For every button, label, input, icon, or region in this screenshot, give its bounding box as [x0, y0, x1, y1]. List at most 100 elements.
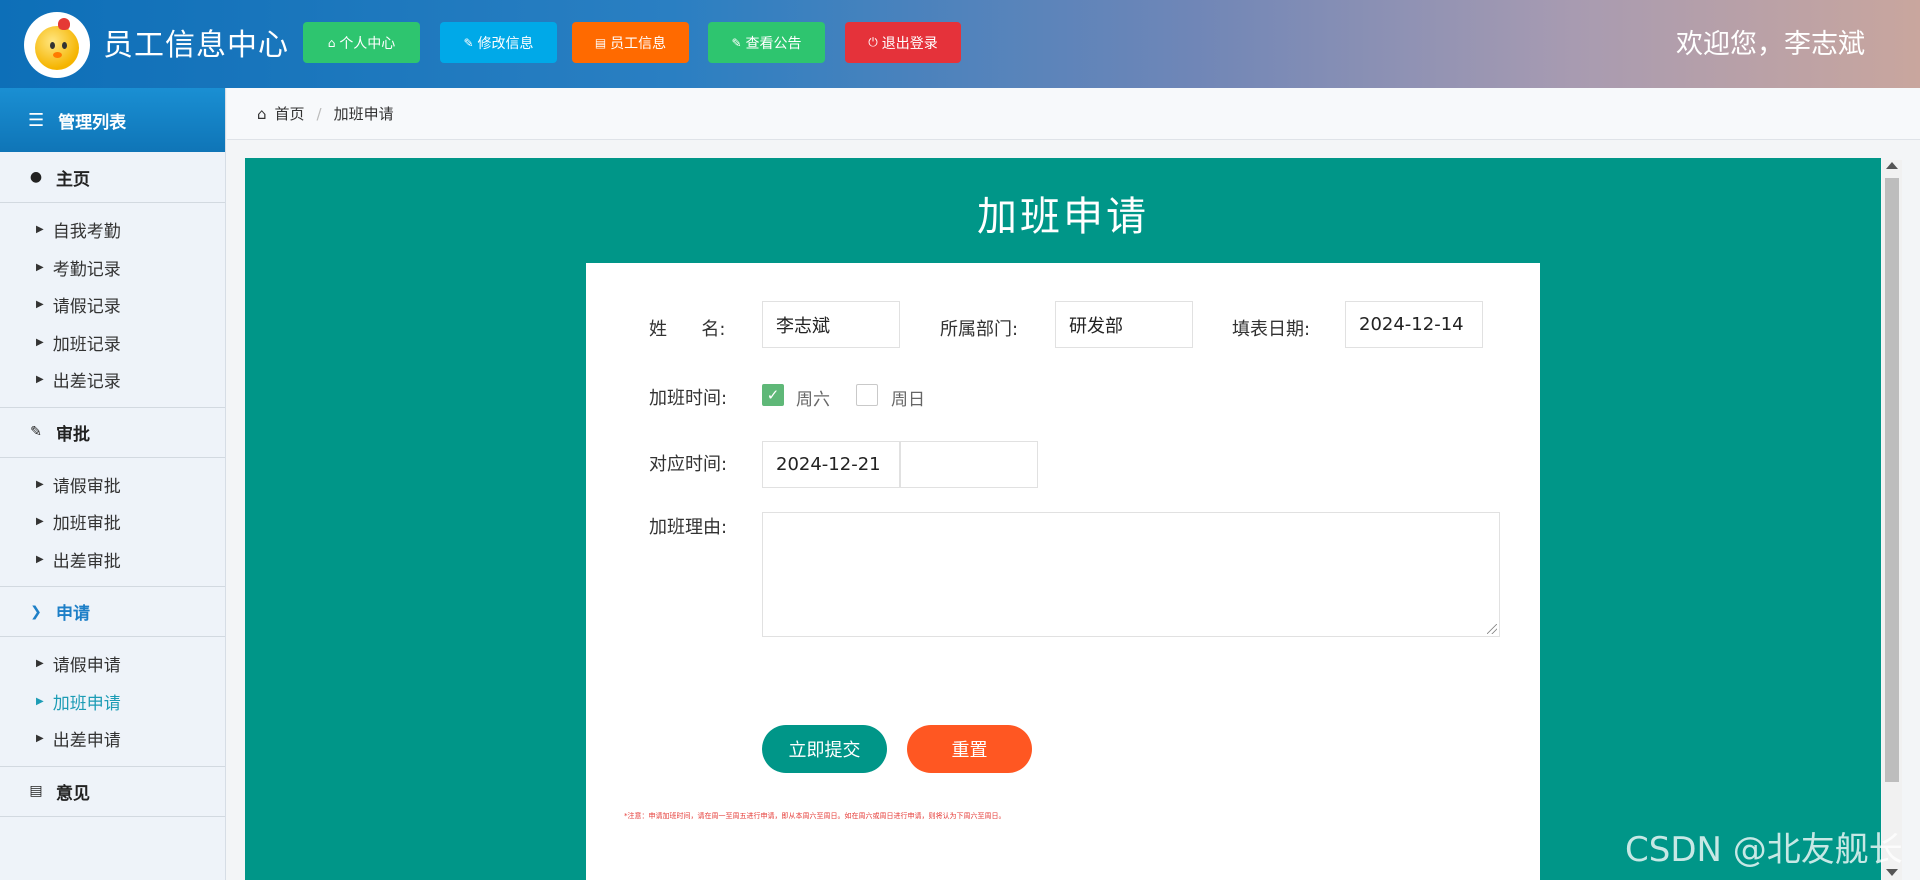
sidebar-section-feedback[interactable]: ▤ 意见	[0, 765, 225, 817]
breadcrumb-current: 加班申请	[333, 105, 394, 123]
edit-icon: ✎	[30, 424, 42, 440]
caret-right-icon: ▶	[36, 336, 44, 348]
breadcrumb: ⌂ 首页 / 加班申请	[227, 88, 1920, 140]
chevron-circle-icon: ❯	[30, 603, 42, 620]
view-announcement-button[interactable]: ✎ 查看公告	[708, 22, 825, 63]
wrench-icon: ✎	[463, 35, 474, 50]
sidebar-title: 管理列表	[58, 112, 127, 133]
sidebar: ☰ 管理列表 ● 主页 ▶ 自我考勤 ▶ 考勤记录 ▶ 请假记录 ▶ 加班记录 ▶ 出差记…	[0, 88, 226, 880]
top-header: 员工信息中心 ⌂ 个人中心 ✎ 修改信息 ▤ 员工信息 ✎ 查看公告 ⏻ 退出登…	[0, 0, 1920, 88]
caret-right-icon: ▶	[36, 658, 44, 670]
employee-info-button[interactable]: ▤ 员工信息	[572, 22, 689, 63]
name-label: 姓 名:	[649, 319, 726, 340]
chick-logo-icon	[24, 12, 90, 78]
name-field[interactable]: 李志斌	[762, 301, 900, 348]
sidebar-item-attendance-records[interactable]: ▶ 考勤记录	[0, 249, 225, 287]
breadcrumb-home[interactable]: 首页	[275, 103, 305, 124]
overtime-label: 加班时间:	[649, 388, 728, 409]
personal-center-label: 个人中心	[339, 35, 396, 52]
caret-right-icon: ▶	[36, 261, 44, 273]
item-label: 自我考勤	[52, 222, 121, 243]
scroll-up-arrow-icon[interactable]	[1886, 162, 1898, 169]
file-icon: ▤	[594, 35, 607, 50]
item-label: 加班审批	[52, 514, 121, 535]
scroll-thumb[interactable]	[1885, 178, 1899, 782]
submit-button[interactable]: 立即提交	[762, 725, 887, 773]
item-label: 出差申请	[52, 731, 121, 752]
form-note: *注意：申请加班时间，请在周一至周五进行申请，即从本周六至周日。如在周六或周日进…	[624, 812, 1006, 820]
sidebar-item-trip-approval[interactable]: ▶ 出差审批	[0, 541, 225, 579]
reset-button[interactable]: 重置	[907, 725, 1032, 773]
section-label: 审批	[56, 424, 90, 445]
app-title: 员工信息中心	[103, 28, 289, 63]
logout-label: 退出登录	[881, 35, 938, 52]
item-label: 出差审批	[52, 551, 121, 572]
sunday-label: 周日	[891, 390, 925, 410]
view-announcement-label: 查看公告	[745, 35, 802, 52]
dept-field[interactable]: 研发部	[1055, 301, 1193, 348]
list-icon: ☰	[28, 109, 45, 131]
section-label: 申请	[56, 604, 90, 624]
sidebar-item-leave-records[interactable]: ▶ 请假记录	[0, 286, 225, 324]
home-items: ▶ 自我考勤 ▶ 考勤记录 ▶ 请假记录 ▶ 加班记录 ▶ 出差记录	[0, 203, 225, 407]
item-label: 请假记录	[52, 297, 121, 318]
corresponding-date-field-2[interactable]	[900, 441, 1038, 488]
edit-info-label: 修改信息	[477, 35, 534, 52]
sidebar-item-overtime-records[interactable]: ▶ 加班记录	[0, 324, 225, 362]
sidebar-item-overtime-approval[interactable]: ▶ 加班审批	[0, 503, 225, 541]
file-icon: ▤	[29, 783, 43, 799]
corresponding-date-field[interactable]: 2024-12-21	[762, 441, 900, 488]
power-icon: ⏻	[868, 35, 878, 49]
sidebar-item-trip-apply[interactable]: ▶ 出差申请	[0, 720, 225, 758]
sidebar-item-trip-records[interactable]: ▶ 出差记录	[0, 361, 225, 399]
saturday-label: 周六	[796, 390, 830, 410]
section-label: 主页	[56, 169, 90, 190]
date-field[interactable]: 2024-12-14	[1345, 301, 1483, 348]
edit-info-button[interactable]: ✎ 修改信息	[440, 22, 557, 63]
sidebar-item-overtime-apply[interactable]: ▶ 加班申请	[0, 683, 225, 721]
item-label: 考勤记录	[52, 259, 121, 280]
section-label: 意见	[56, 783, 90, 804]
main-panel: 加班申请 姓 名: 李志斌 所属部门: 研发部 填表日期: 2024-12-14…	[245, 158, 1881, 880]
employee-info-label: 员工信息	[610, 35, 667, 52]
approval-items: ▶ 请假审批 ▶ 加班审批 ▶ 出差审批	[0, 458, 225, 587]
caret-right-icon: ▶	[36, 478, 44, 490]
saturday-checkbox[interactable]: ✓	[762, 384, 784, 406]
reason-textarea[interactable]	[762, 512, 1500, 637]
caret-right-icon: ▶	[36, 299, 44, 311]
sunday-checkbox[interactable]	[856, 384, 878, 406]
sidebar-section-apply[interactable]: ❯ 申请	[0, 586, 225, 637]
welcome-text: 欢迎您，李志斌	[1676, 29, 1865, 60]
item-label: 加班申请	[52, 693, 121, 714]
item-label: 请假申请	[52, 656, 121, 677]
home-icon: ⌂	[327, 35, 336, 50]
caret-right-icon: ▶	[36, 733, 44, 745]
sidebar-item-self-attendance[interactable]: ▶ 自我考勤	[0, 211, 225, 249]
sidebar-section-approval[interactable]: ✎ 审批	[0, 406, 225, 458]
user-icon: ●	[29, 169, 43, 185]
home-icon: ⌂	[257, 104, 267, 123]
item-label: 加班记录	[52, 334, 121, 355]
caret-right-icon: ▶	[36, 374, 44, 386]
overtime-form: 姓 名: 李志斌 所属部门: 研发部 填表日期: 2024-12-14 加班时间…	[586, 263, 1540, 880]
dept-label: 所属部门:	[940, 319, 1019, 340]
personal-center-button[interactable]: ⌂ 个人中心	[303, 22, 420, 63]
item-label: 请假审批	[52, 476, 121, 497]
logout-button[interactable]: ⏻ 退出登录	[845, 22, 961, 63]
item-label: 出差记录	[52, 372, 121, 393]
caret-right-icon: ▶	[36, 553, 44, 565]
form-title: 加班申请	[977, 194, 1149, 240]
caret-right-icon: ▶	[36, 695, 44, 707]
reason-label: 加班理由:	[649, 517, 728, 538]
watermark: CSDN @北友舰长	[1625, 830, 1903, 870]
wrench-icon: ✎	[731, 35, 742, 50]
sidebar-section-home[interactable]: ● 主页	[0, 152, 225, 203]
vertical-scrollbar[interactable]	[1882, 160, 1902, 880]
caret-right-icon: ▶	[36, 224, 44, 236]
apply-items: ▶ 请假申请 ▶ 加班申请 ▶ 出差申请	[0, 637, 225, 766]
breadcrumb-separator: /	[316, 104, 322, 123]
resize-grip-icon[interactable]	[1487, 624, 1497, 634]
sidebar-header: ☰ 管理列表	[0, 88, 225, 152]
sidebar-item-leave-apply[interactable]: ▶ 请假申请	[0, 645, 225, 683]
sidebar-item-leave-approval[interactable]: ▶ 请假审批	[0, 466, 225, 504]
